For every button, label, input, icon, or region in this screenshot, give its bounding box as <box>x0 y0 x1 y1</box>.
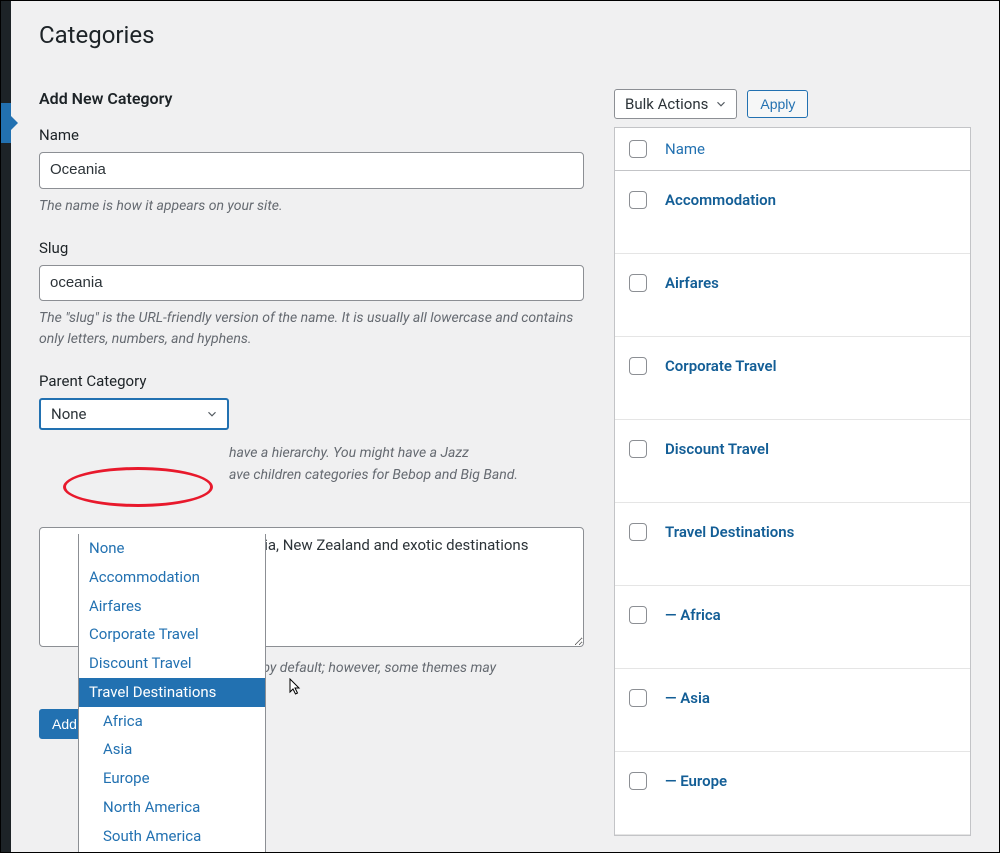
category-row-name[interactable]: Airfares <box>665 274 719 292</box>
dropdown-option[interactable]: Airfares <box>79 592 265 621</box>
table-row: — Asia <box>615 669 970 752</box>
dropdown-option[interactable]: North America <box>79 793 265 822</box>
annotation-ellipse <box>63 467 213 507</box>
admin-sidebar-sliver <box>1 1 11 853</box>
dropdown-option[interactable]: Africa <box>79 707 265 736</box>
page-title: Categories <box>39 21 971 49</box>
row-checkbox[interactable] <box>629 523 647 541</box>
bulk-actions-select[interactable]: Bulk Actions <box>614 89 737 119</box>
category-row-name[interactable]: — Asia <box>665 689 710 707</box>
name-label: Name <box>39 126 584 144</box>
dropdown-option[interactable]: None <box>79 534 265 563</box>
parent-field-block: Parent Category None <box>39 372 584 430</box>
row-checkbox[interactable] <box>629 191 647 209</box>
name-column-header[interactable]: Name <box>665 140 705 158</box>
row-checkbox[interactable] <box>629 772 647 790</box>
parent-selected-value: None <box>51 405 87 423</box>
bulk-select-label: Bulk Actions <box>625 95 708 113</box>
category-row-name[interactable]: — Europe <box>665 772 727 790</box>
slug-input[interactable] <box>39 265 584 302</box>
category-row-name[interactable]: Accommodation <box>665 191 776 209</box>
table-row: — Africa <box>615 586 970 669</box>
app-window: Categories Add New Category Name The nam… <box>0 0 1000 853</box>
main-content: Categories Add New Category Name The nam… <box>11 1 999 853</box>
parent-help-partial: have a hierarchy. You might have a Jazz … <box>229 442 584 487</box>
row-checkbox[interactable] <box>629 357 647 375</box>
parent-label: Parent Category <box>39 372 584 390</box>
row-checkbox[interactable] <box>629 606 647 624</box>
category-list-panel: Bulk Actions Apply Name Accommodation Air… <box>614 89 971 836</box>
table-row: — Europe <box>615 752 970 835</box>
table-row: Travel Destinations <box>615 503 970 586</box>
layout-columns: Add New Category Name The name is how it… <box>39 89 971 836</box>
table-row: Airfares <box>615 254 970 337</box>
dropdown-option[interactable]: Accommodation <box>79 563 265 592</box>
name-field-block: Name The name is how it appears on your … <box>39 126 584 217</box>
category-row-name[interactable]: Discount Travel <box>665 440 769 458</box>
row-checkbox[interactable] <box>629 689 647 707</box>
name-help: The name is how it appears on your site. <box>39 196 584 217</box>
cursor-icon <box>289 678 303 704</box>
slug-field-block: Slug The "slug" is the URL-friendly vers… <box>39 239 584 351</box>
table-row: Corporate Travel <box>615 337 970 420</box>
chevron-down-icon <box>205 407 219 421</box>
parent-help-line2: ave children categories for Bebop and Bi… <box>229 467 518 483</box>
slug-label: Slug <box>39 239 584 257</box>
row-checkbox[interactable] <box>629 440 647 458</box>
category-row-name[interactable]: Travel Destinations <box>665 523 794 541</box>
add-category-form: Add New Category Name The name is how it… <box>39 89 584 739</box>
dropdown-option[interactable]: Discount Travel <box>79 649 265 678</box>
apply-button[interactable]: Apply <box>747 90 808 118</box>
dropdown-option[interactable]: Corporate Travel <box>79 620 265 649</box>
table-body: Accommodation Airfares Corporate Travel Dis… <box>615 171 970 835</box>
slug-help: The "slug" is the URL-friendly version o… <box>39 308 584 350</box>
select-all-checkbox[interactable] <box>629 140 647 158</box>
dropdown-option[interactable]: South America <box>79 822 265 851</box>
sidebar-active-indicator <box>1 103 11 143</box>
category-row-name[interactable]: — Africa <box>665 606 721 624</box>
bulk-actions-row: Bulk Actions Apply <box>614 89 971 119</box>
table-row: Discount Travel <box>615 420 970 503</box>
dropdown-option[interactable]: Europe <box>79 764 265 793</box>
row-checkbox[interactable] <box>629 274 647 292</box>
table-header: Name <box>615 128 970 171</box>
category-row-name[interactable]: Corporate Travel <box>665 357 776 375</box>
parent-category-dropdown: NoneAccommodationAirfaresCorporate Trave… <box>78 534 266 853</box>
name-input[interactable] <box>39 152 584 189</box>
form-heading: Add New Category <box>39 89 584 108</box>
description-help-partial: inent by default; however, some themes m… <box>229 658 584 679</box>
parent-category-select[interactable]: None <box>39 398 229 430</box>
dropdown-option[interactable]: Asia <box>79 735 265 764</box>
parent-help-line1: have a hierarchy. You might have a Jazz <box>229 445 469 461</box>
dropdown-option[interactable]: Travel Destinations <box>79 678 265 707</box>
categories-table: Name Accommodation Airfares Corporate Trav… <box>614 127 971 836</box>
table-row: Accommodation <box>615 171 970 254</box>
chevron-down-icon <box>714 97 728 111</box>
